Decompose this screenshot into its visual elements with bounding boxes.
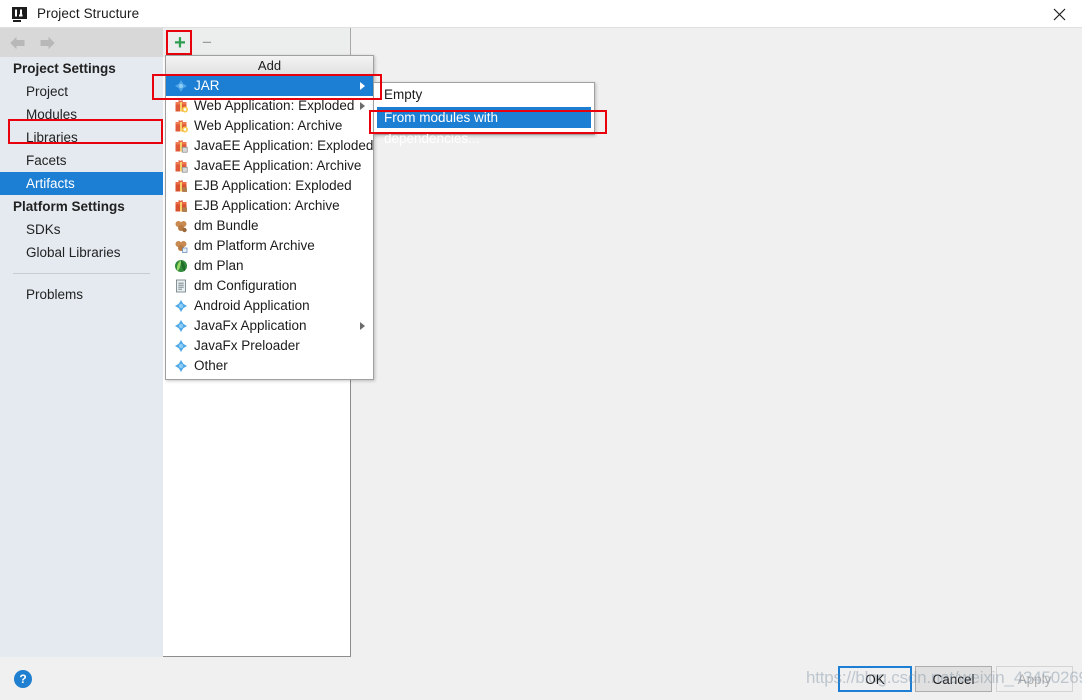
chevron-right-icon — [360, 82, 365, 90]
menu-item-label: dm Platform Archive — [194, 238, 315, 253]
sidebar-item-sdks[interactable]: SDKs — [0, 218, 163, 241]
arrow-left-icon[interactable] — [9, 36, 29, 50]
web-app-exploded-icon — [172, 98, 189, 114]
help-icon[interactable]: ? — [14, 670, 32, 688]
plus-icon: + — [174, 31, 186, 54]
dm-plan-icon — [172, 258, 189, 274]
menu-item-dm-platform-archive[interactable]: dm Platform Archive — [166, 236, 373, 256]
menu-item-ejb-application-archive[interactable]: EJB Application: Archive — [166, 196, 373, 216]
ejb-app-archive-icon — [172, 198, 189, 214]
menu-item-web-application-exploded[interactable]: Web Application: Exploded — [166, 96, 373, 116]
menu-item-label: Web Application: Archive — [194, 118, 343, 133]
menu-item-dm-configuration[interactable]: dm Configuration — [166, 276, 373, 296]
apply-button: Apply — [996, 666, 1073, 692]
sidebar-item-project[interactable]: Project — [0, 80, 163, 103]
menu-item-label: EJB Application: Archive — [194, 198, 340, 213]
menu-item-label: dm Bundle — [194, 218, 259, 233]
toolbar-right-filler — [351, 28, 1082, 57]
menu-item-jar[interactable]: JAR — [166, 76, 373, 96]
arrow-right-icon[interactable] — [36, 36, 56, 50]
other-artifact-icon — [172, 358, 189, 374]
project-structure-dialog: Project Structure + − Project Settings P… — [0, 0, 1082, 700]
menu-item-label: JavaFx Preloader — [194, 338, 300, 353]
ejb-app-exploded-icon — [172, 178, 189, 194]
menu-item-label: EJB Application: Exploded — [194, 178, 352, 193]
sidebar-item-modules[interactable]: Modules — [0, 103, 163, 126]
menu-item-label: dm Plan — [194, 258, 244, 273]
sidebar-item-libraries[interactable]: Libraries — [0, 126, 163, 149]
intellij-idea-logo-icon — [11, 6, 28, 23]
menu-item-dm-bundle[interactable]: dm Bundle — [166, 216, 373, 236]
menu-item-other[interactable]: Other — [166, 356, 373, 376]
cancel-button[interactable]: Cancel — [915, 666, 992, 692]
sidebar-item-facets[interactable]: Facets — [0, 149, 163, 172]
add-artifact-menu: Add JAR Web Application: Exploded Web Ap… — [165, 55, 374, 380]
menu-item-label: Web Application: Exploded — [194, 98, 355, 113]
dm-platform-archive-icon — [172, 238, 189, 254]
sidebar-group-project-settings: Project Settings — [13, 61, 116, 76]
sidebar-item-global-libraries[interactable]: Global Libraries — [0, 241, 163, 264]
title-bar: Project Structure — [0, 0, 1082, 28]
web-app-archive-icon — [172, 118, 189, 134]
ok-button[interactable]: OK — [838, 666, 912, 692]
menu-item-label: dm Configuration — [194, 278, 297, 293]
menu-item-javafx-preloader[interactable]: JavaFx Preloader — [166, 336, 373, 356]
menu-item-android-application[interactable]: Android Application — [166, 296, 373, 316]
javafx-application-icon — [172, 318, 189, 334]
menu-item-web-application-archive[interactable]: Web Application: Archive — [166, 116, 373, 136]
jar-submenu: Empty From modules with dependencies... — [373, 82, 595, 146]
menu-item-label: JavaEE Application: Exploded — [194, 138, 374, 153]
dm-configuration-icon — [172, 278, 189, 294]
menu-item-dm-plan[interactable]: dm Plan — [166, 256, 373, 276]
sidebar-divider — [13, 273, 150, 274]
toolbar-navigation — [0, 28, 163, 57]
menu-item-javaee-application-exploded[interactable]: JavaEE Application: Exploded — [166, 136, 373, 156]
toolbar — [0, 28, 1082, 57]
javaee-app-archive-icon — [172, 158, 189, 174]
submenu-item-empty[interactable]: Empty — [374, 83, 594, 107]
add-menu-title: Add — [166, 56, 373, 75]
remove-artifact-button[interactable]: − — [198, 33, 216, 51]
sidebar-group-platform-settings: Platform Settings — [13, 199, 125, 214]
javafx-preloader-icon — [172, 338, 189, 354]
menu-item-label: JavaFx Application — [194, 318, 307, 333]
settings-sidebar: Project Settings Project Modules Librari… — [0, 57, 163, 657]
sidebar-item-artifacts[interactable]: Artifacts — [0, 172, 163, 195]
javaee-app-exploded-icon — [172, 138, 189, 154]
menu-item-ejb-application-exploded[interactable]: EJB Application: Exploded — [166, 176, 373, 196]
close-button[interactable] — [1036, 0, 1082, 28]
submenu-item-from-modules-with-dependencies[interactable]: From modules with dependencies... — [377, 107, 591, 146]
add-menu-list: JAR Web Application: Exploded Web Applic… — [166, 75, 373, 379]
menu-item-javaee-application-archive[interactable]: JavaEE Application: Archive — [166, 156, 373, 176]
android-application-icon — [172, 298, 189, 314]
jar-diamond-icon — [172, 78, 189, 94]
sidebar-item-problems[interactable]: Problems — [0, 283, 163, 306]
minus-icon: − — [202, 32, 212, 52]
add-artifact-button[interactable]: + — [169, 32, 191, 53]
menu-item-label: JAR — [194, 78, 220, 93]
dm-bundle-icon — [172, 218, 189, 234]
menu-item-label: JavaEE Application: Archive — [194, 158, 362, 173]
window-title: Project Structure — [37, 6, 140, 21]
artifacts-toolbar — [163, 28, 351, 57]
menu-item-label: Other — [194, 358, 228, 373]
menu-item-javafx-application[interactable]: JavaFx Application — [166, 316, 373, 336]
chevron-right-icon — [360, 102, 365, 110]
close-icon — [1053, 8, 1065, 20]
menu-item-label: Android Application — [194, 298, 310, 313]
chevron-right-icon — [360, 322, 365, 330]
